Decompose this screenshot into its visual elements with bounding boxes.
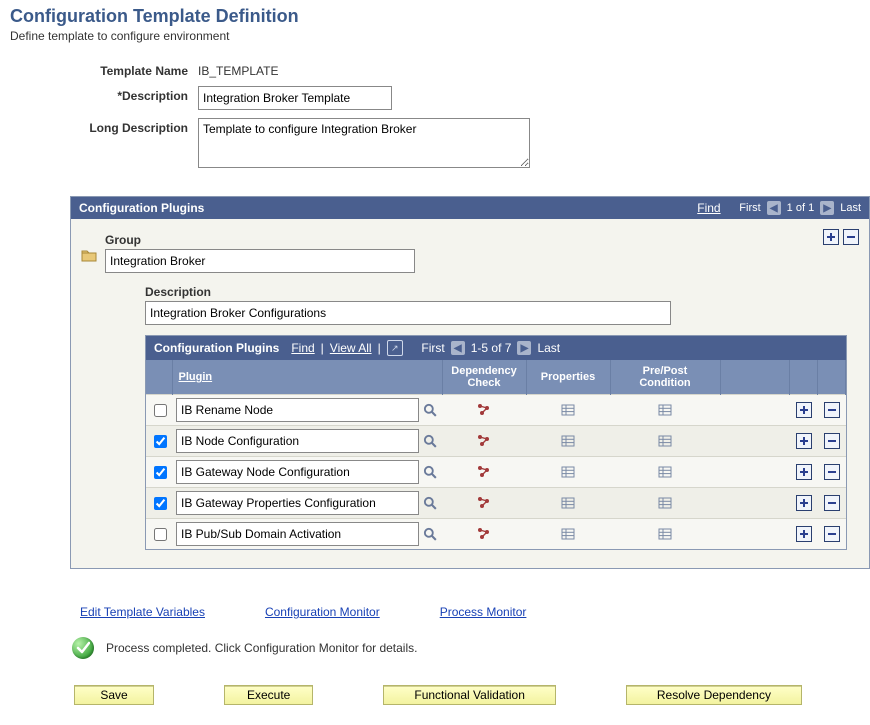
group-description-label: Description [145,285,859,299]
page-subtitle: Define template to configure environment [10,29,860,43]
lookup-icon[interactable] [422,402,438,418]
grid-find-link[interactable]: Find [291,341,314,355]
delete-row-button[interactable] [824,402,840,418]
table-row [146,457,846,488]
description-input[interactable] [198,86,392,110]
prepost-condition-icon[interactable] [614,496,716,510]
template-name-value: IB_TEMPLATE [198,61,278,78]
grid-next-button[interactable]: ▶ [517,341,531,355]
plugin-name-input[interactable] [176,429,419,453]
page-title: Configuration Template Definition [10,6,860,27]
plugin-name-input[interactable] [176,522,419,546]
properties-icon[interactable] [530,527,606,541]
dependency-check-icon[interactable] [446,434,522,448]
prepost-condition-icon[interactable] [614,403,716,417]
dependency-check-icon[interactable] [446,527,522,541]
grid-view-all-link[interactable]: View All [330,341,372,355]
configuration-monitor-link[interactable]: Configuration Monitor [265,605,380,619]
configuration-plugins-panel: Configuration Plugins Find First ◀ 1 of … [70,196,870,569]
table-row [146,519,846,550]
dependency-check-icon[interactable] [446,496,522,510]
lookup-icon[interactable] [422,526,438,542]
plugin-select-checkbox[interactable] [154,466,167,479]
col-plugin-header[interactable]: Plugin [179,371,213,383]
execute-button[interactable]: Execute [224,685,313,705]
outer-prev-button[interactable]: ◀ [767,201,781,215]
outer-page-label: 1 of 1 [787,202,815,214]
delete-row-button[interactable] [824,433,840,449]
delete-row-button[interactable] [824,526,840,542]
save-button[interactable]: Save [74,685,154,705]
add-row-button[interactable] [796,402,812,418]
outer-first-label: First [739,202,760,214]
table-row [146,395,846,426]
dependency-check-icon[interactable] [446,403,522,417]
plugin-name-input[interactable] [176,460,419,484]
col-dependency-header: Dependency Check [442,360,526,395]
prepost-condition-icon[interactable] [614,465,716,479]
properties-icon[interactable] [530,434,606,448]
description-label: *Description [10,86,198,103]
add-row-button[interactable] [796,495,812,511]
success-icon [72,637,94,659]
add-row-button[interactable] [796,464,812,480]
status-message: Process completed. Click Configuration M… [106,641,417,655]
process-monitor-link[interactable]: Process Monitor [440,605,527,619]
folder-open-icon [81,247,97,263]
table-row [146,488,846,519]
properties-icon[interactable] [530,403,606,417]
plugin-select-checkbox[interactable] [154,528,167,541]
plugin-name-input[interactable] [176,491,419,515]
plugin-select-checkbox[interactable] [154,404,167,417]
table-row [146,426,846,457]
delete-row-button[interactable] [824,464,840,480]
add-group-button[interactable] [823,229,839,245]
popout-icon[interactable]: ↗ [387,340,403,356]
grid-first-label: First [421,341,444,355]
outer-last-label: Last [840,202,861,214]
col-condition-header: Pre/Post Condition [610,360,720,395]
grid-prev-button[interactable]: ◀ [451,341,465,355]
template-name-label: Template Name [10,61,198,78]
lookup-icon[interactable] [422,464,438,480]
lookup-icon[interactable] [422,433,438,449]
plugin-name-input[interactable] [176,398,419,422]
properties-icon[interactable] [530,496,606,510]
properties-icon[interactable] [530,465,606,479]
prepost-condition-icon[interactable] [614,434,716,448]
grid-last-label: Last [537,341,560,355]
grid-title: Configuration Plugins [154,341,279,355]
long-description-textarea[interactable]: Template to configure Integration Broker [198,118,530,168]
outer-panel-title: Configuration Plugins [79,201,204,215]
grid-page-label: 1-5 of 7 [471,341,512,355]
remove-group-button[interactable] [843,229,859,245]
dependency-check-icon[interactable] [446,465,522,479]
outer-find-link[interactable]: Find [697,201,720,215]
plugin-select-checkbox[interactable] [154,497,167,510]
plugins-grid: Configuration Plugins Find | View All | … [145,335,847,550]
plugin-select-checkbox[interactable] [154,435,167,448]
outer-next-button[interactable]: ▶ [820,201,834,215]
add-row-button[interactable] [796,526,812,542]
functional-validation-button[interactable]: Functional Validation [383,685,556,705]
lookup-icon[interactable] [422,495,438,511]
edit-template-variables-link[interactable]: Edit Template Variables [80,605,205,619]
add-row-button[interactable] [796,433,812,449]
resolve-dependency-button[interactable]: Resolve Dependency [626,685,802,705]
group-description-input[interactable] [145,301,671,325]
group-label: Group [105,233,415,247]
prepost-condition-icon[interactable] [614,527,716,541]
long-description-label: Long Description [10,118,198,135]
col-properties-header: Properties [526,360,610,395]
group-input[interactable] [105,249,415,273]
delete-row-button[interactable] [824,495,840,511]
